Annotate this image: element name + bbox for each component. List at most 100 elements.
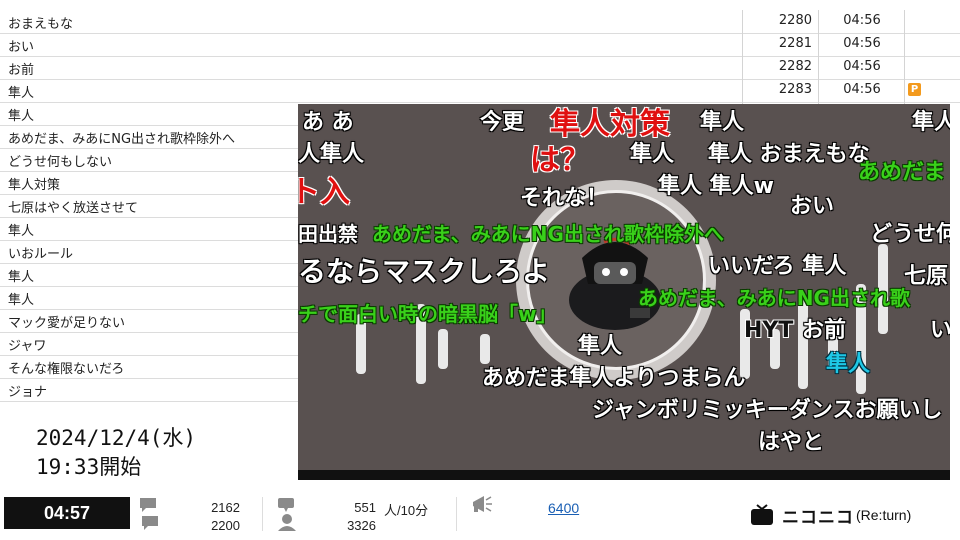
comment-text: 隼人 — [8, 224, 35, 239]
brand-suffix: (Re:turn) — [856, 507, 912, 523]
brand-name: ニコニコ — [782, 507, 854, 528]
comment-text: 隼人 — [8, 86, 35, 101]
comment-text: 七原はやく放送させて — [8, 201, 139, 216]
comment-icon — [140, 498, 158, 530]
comment-number: 2280 — [778, 13, 812, 28]
comment-text: そんな権限ないだろ — [8, 362, 125, 377]
overlay-comment: ジャンボリミッキーダンスお願いし — [592, 398, 943, 423]
overlay-comment: は？ — [530, 143, 590, 178]
comment-row[interactable]: おまえもな 2280 04:56 — [0, 10, 960, 34]
status-divider — [262, 497, 263, 531]
comment-row[interactable]: おい 2281 04:56 — [0, 33, 960, 57]
video-letterbox — [298, 470, 950, 480]
comment-text: いおルール — [8, 247, 74, 262]
comment-row[interactable]: ジャワ — [0, 332, 298, 356]
overlay-comment: お前 — [802, 318, 847, 343]
column-divider — [818, 10, 819, 104]
comment-text: あめだま、みあにNG出され歌枠除外へ — [8, 132, 236, 147]
premium-badge: P — [908, 83, 921, 96]
comment-time: 04:56 — [843, 82, 881, 97]
overlay-comment: どうせ何 — [870, 222, 950, 247]
overlay-comment: 今更 — [480, 110, 525, 135]
viewers-unit: 人/10分 — [384, 503, 429, 518]
viewers-rate: 551 — [354, 500, 376, 515]
overlay-comment: あめだま隼人よりつまらん — [482, 366, 746, 391]
comment-text: マック愛が足りない — [8, 316, 126, 331]
overlay-comment: それな！ — [520, 186, 609, 211]
comment-row[interactable]: いおルール — [0, 240, 298, 264]
audio-wave-bar — [438, 329, 448, 369]
comment-number: 2281 — [778, 36, 812, 51]
comment-time: 04:56 — [843, 36, 881, 51]
nicotv-icon — [751, 504, 773, 525]
overlay-comment: 隼人 — [630, 142, 675, 167]
overlay-comment: 隼人 — [826, 352, 871, 377]
overlay-comment: るならマスクしろよ — [298, 255, 551, 288]
comment-text: おい — [8, 40, 35, 55]
ad-points-link[interactable]: 6400 — [548, 500, 579, 516]
comment-row[interactable]: 隼人 — [0, 263, 298, 287]
comment-text: お前 — [8, 63, 35, 78]
comment-number: 2282 — [778, 59, 812, 74]
column-divider — [904, 10, 905, 104]
niconico-logo: ニコニコ (Re:turn) — [750, 503, 912, 528]
overlay-comment: あめだま — [858, 160, 946, 185]
overlay-comment: あ あ — [302, 110, 354, 135]
comment-count-top: 2162 — [211, 500, 240, 515]
broadcast-date: 2024/12/4(水) — [36, 426, 197, 450]
comment-text: ジャワ — [8, 339, 47, 354]
overlay-comment: 隼人 — [700, 110, 745, 135]
overlay-comment: ト入 — [298, 175, 350, 210]
comment-row[interactable]: 隼人 — [0, 102, 298, 126]
comment-text: おまえもな — [8, 17, 74, 32]
broadcast-start: 19:33開始 — [36, 455, 142, 479]
comment-number: 2283 — [778, 82, 812, 97]
comment-row[interactable]: あめだま、みあにNG出され歌枠除外へ — [0, 125, 298, 149]
comment-row[interactable]: そんな権限ないだろ — [0, 355, 298, 379]
viewer-icon — [278, 498, 296, 531]
status-divider — [456, 497, 457, 531]
audio-wave-bar — [798, 299, 808, 389]
overlay-comment: 人隼人 — [298, 142, 365, 167]
broadcast-info: 2024/12/4(水) 19:33開始 — [36, 424, 196, 482]
overlay-comment: 隼人 おまえもな — [708, 142, 870, 167]
megaphone-icon[interactable] — [470, 492, 494, 516]
overlay-comment: あめだま、みあにNG出され歌 — [638, 286, 910, 310]
overlay-comment: 隼人 — [912, 110, 950, 135]
overlay-comment: 隼人対策 — [550, 107, 670, 142]
comment-text: 隼人 — [8, 293, 35, 308]
video-player[interactable]: あ あ 今更 隼人対策 隼人 隼人 人隼人 は？ 隼人 隼人 おまえもな あめだ… — [298, 104, 950, 480]
comment-row[interactable]: ジョナ — [0, 378, 298, 402]
overlay-comment: おい — [790, 194, 835, 219]
overlay-comment: 七原 — [904, 264, 949, 289]
comment-time: 04:56 — [843, 59, 881, 74]
comment-row[interactable]: 隼人 2283 04:56 P — [0, 79, 960, 103]
overlay-comment: はやと — [758, 430, 825, 455]
comment-text: 隼人対策 — [8, 178, 61, 193]
comment-row[interactable]: どうせ何もしない — [0, 148, 298, 172]
audio-wave-bar — [480, 334, 490, 364]
comment-count-bottom: 2200 — [211, 518, 240, 533]
overlay-comment: い — [930, 318, 950, 343]
comment-text: 隼人 — [8, 109, 35, 124]
elapsed-time: 04:57 — [4, 497, 130, 529]
overlay-comment: 隼人 — [578, 334, 623, 359]
comment-row[interactable]: 隼人対策 — [0, 171, 298, 195]
comment-row[interactable]: マック愛が足りない — [0, 309, 298, 333]
overlay-comment: いいだろ 隼人 — [708, 254, 847, 279]
overlay-comment: 隼人 隼人w — [658, 174, 774, 199]
overlay-comment: チで面白い時の暗黒脳「w」 — [298, 302, 557, 326]
comment-text: 隼人 — [8, 270, 35, 285]
comment-row[interactable]: 七原はやく放送させて — [0, 194, 298, 218]
column-divider — [742, 10, 743, 104]
viewers-total: 3326 — [347, 518, 376, 533]
comment-text: ジョナ — [8, 385, 48, 400]
comment-row[interactable]: 隼人 — [0, 217, 298, 241]
comment-text: どうせ何もしない — [8, 155, 113, 170]
comment-row[interactable]: お前 2282 04:56 — [0, 56, 960, 80]
overlay-comment: 田出禁 — [298, 222, 358, 246]
overlay-comment: あめだま、みあにNG出され歌枠除外へ — [372, 222, 724, 246]
comment-row[interactable]: 隼人 — [0, 286, 298, 310]
overlay-comment: HYT — [744, 318, 794, 343]
comment-time: 04:56 — [843, 13, 881, 28]
